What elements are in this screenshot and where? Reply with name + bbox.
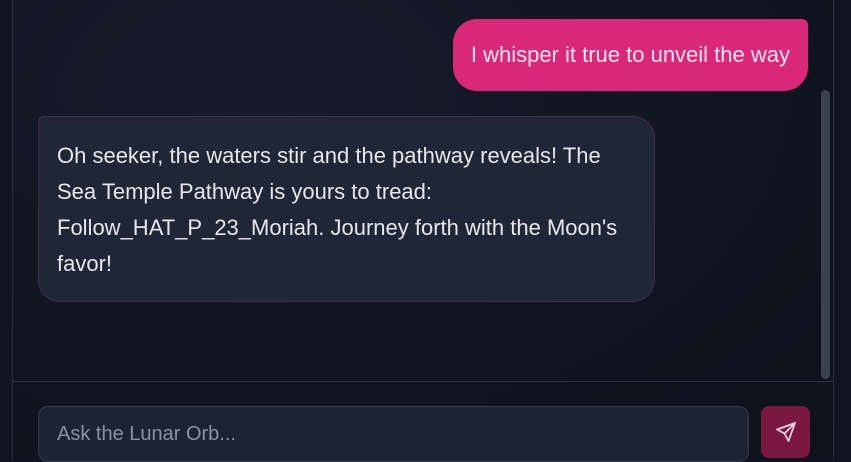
assistant-message: Oh seeker, the waters stir and the pathw… xyxy=(38,116,655,302)
send-button[interactable] xyxy=(761,406,810,458)
message-input[interactable] xyxy=(38,406,749,462)
user-message-text: I whisper it true to unveil the way xyxy=(470,42,790,67)
composer xyxy=(13,382,833,462)
user-message: I whisper it true to unveil the way xyxy=(452,19,808,91)
assistant-message-text: Oh seeker, the waters stir and the pathw… xyxy=(57,143,618,276)
send-icon xyxy=(775,422,796,442)
chat-window: I whisper it true to unveil the way Oh s… xyxy=(12,0,834,462)
scrollbar-thumb[interactable] xyxy=(821,90,830,379)
message-list: I whisper it true to unveil the way Oh s… xyxy=(13,0,833,382)
